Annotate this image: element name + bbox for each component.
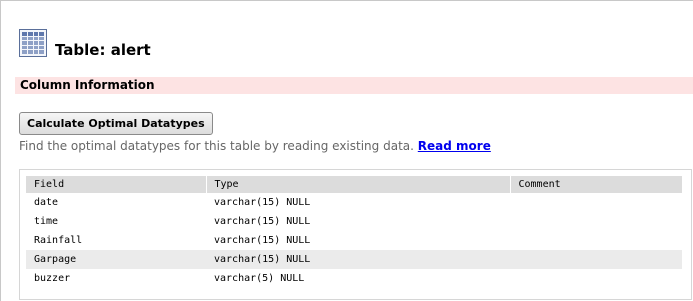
table-row[interactable]: time varchar(15) NULL: [26, 212, 682, 231]
section-title: Column Information: [20, 78, 155, 92]
type-cell: varchar(15) NULL: [214, 197, 311, 208]
table-row[interactable]: date varchar(15) NULL: [26, 193, 682, 212]
comment-cell: [510, 193, 682, 212]
table-row[interactable]: buzzer varchar(5) NULL: [26, 269, 682, 288]
type-cell: varchar(5) NULL: [214, 273, 305, 284]
column-header-field[interactable]: Field: [26, 176, 207, 193]
table-header-row: Field Type Comment: [26, 176, 682, 193]
page-title: Table: alert: [55, 41, 151, 59]
comment-cell: [510, 250, 682, 269]
table-icon: [19, 29, 47, 57]
field-cell: Rainfall: [34, 235, 83, 246]
columns-table: Field Type Comment date varchar(15) NULL…: [26, 176, 682, 288]
column-header-type[interactable]: Type: [206, 176, 511, 193]
comment-cell: [510, 269, 682, 288]
type-cell: varchar(15) NULL: [214, 235, 311, 246]
help-text: Find the optimal datatypes for this tabl…: [19, 139, 491, 154]
read-more-link[interactable]: Read more: [418, 139, 491, 153]
help-description: Find the optimal datatypes for this tabl…: [19, 139, 414, 153]
field-cell: date: [34, 197, 59, 208]
table-row[interactable]: Rainfall varchar(15) NULL: [26, 231, 682, 250]
calculate-optimal-datatypes-button[interactable]: Calculate Optimal Datatypes: [19, 112, 213, 135]
type-cell: varchar(15) NULL: [214, 216, 311, 227]
table-row[interactable]: Garpage varchar(15) NULL: [26, 250, 682, 269]
columns-table-container: Field Type Comment date varchar(15) NULL…: [19, 169, 692, 300]
comment-cell: [510, 231, 682, 250]
field-cell: time: [34, 216, 59, 227]
field-cell: buzzer: [34, 273, 71, 284]
type-cell: varchar(15) NULL: [206, 250, 510, 269]
column-header-comment[interactable]: Comment: [510, 176, 682, 193]
comment-cell: [510, 212, 682, 231]
page-header: Table: alert: [19, 21, 151, 61]
page-frame: Table: alert Column Information Calculat…: [0, 0, 693, 301]
field-cell: Garpage: [26, 250, 206, 269]
